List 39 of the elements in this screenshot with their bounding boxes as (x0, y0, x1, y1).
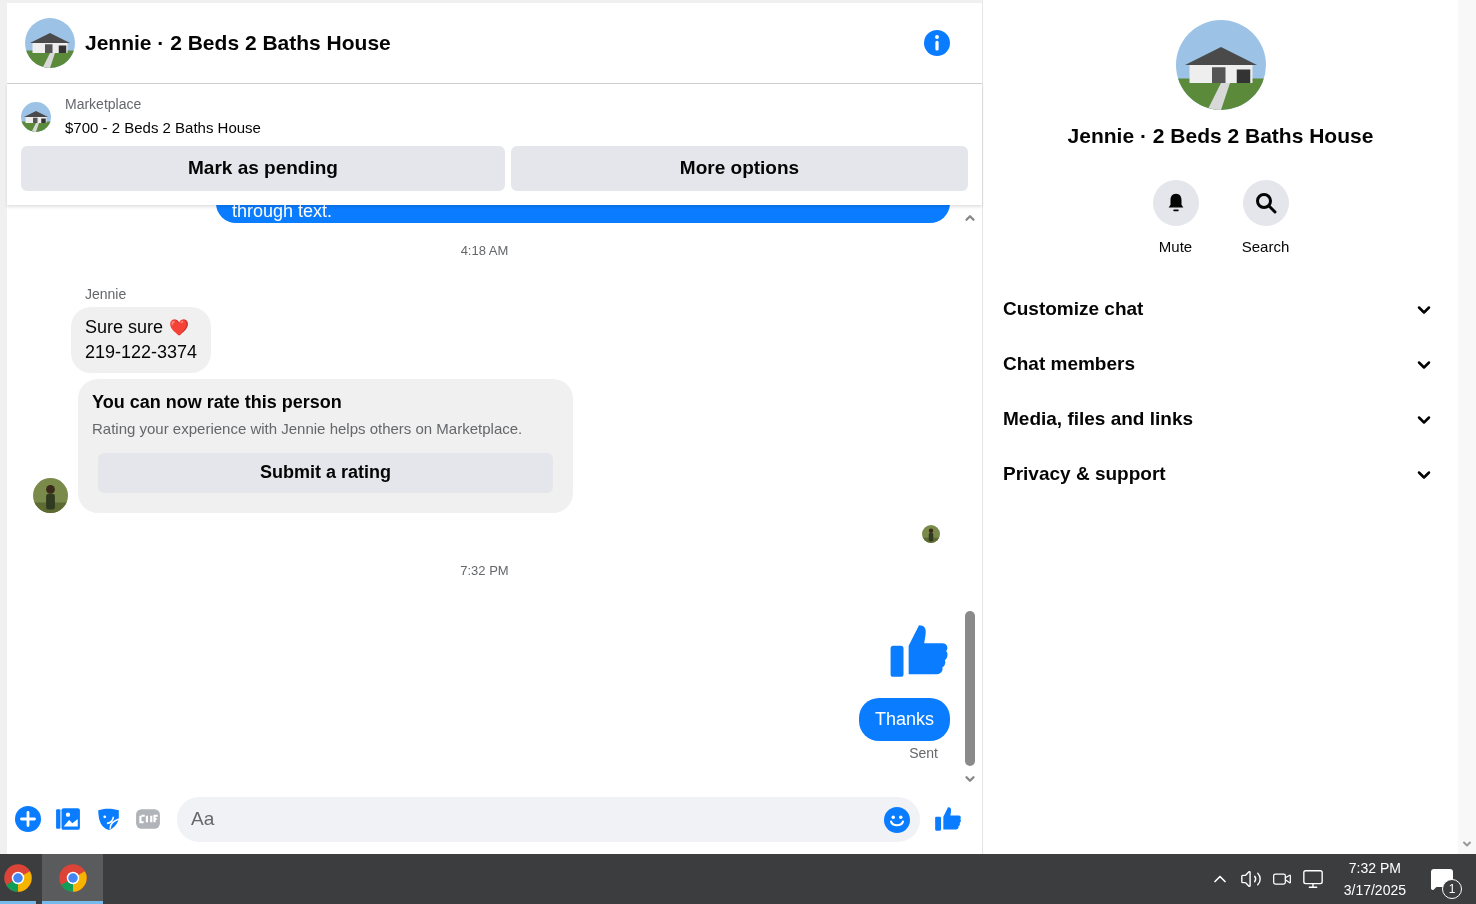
sticker-icon[interactable] (95, 806, 121, 832)
section-header[interactable]: Chat members (1003, 350, 1414, 379)
message-status: Sent (909, 744, 938, 763)
speaker-icon[interactable] (1239, 868, 1262, 890)
listing-action-button[interactable]: More options (511, 145, 968, 191)
rating-title: You can now rate this person (92, 391, 343, 414)
listing-title: $700 - 2 Beds 2 Baths House (65, 118, 261, 138)
message-timestamp: 7:32 PM (460, 561, 509, 580)
plus-icon[interactable] (15, 806, 41, 832)
chat-title: Jennie · 2 Beds 2 Baths House (85, 30, 392, 57)
emoji-icon[interactable] (884, 806, 910, 833)
message-field[interactable]: Aa (177, 796, 920, 842)
submit-rating-button[interactable]: Submit a rating (98, 452, 553, 493)
gif-icon[interactable] (135, 806, 161, 832)
browser-icon (3, 862, 33, 893)
conversation-title: Jennie · 2 Beds 2 Baths House (1067, 123, 1374, 149)
listing-source: Marketplace (65, 95, 143, 114)
clock-date: 3/17/2025 (1343, 881, 1406, 900)
heart-emoji: ❤ (169, 319, 190, 336)
details-action-button[interactable]: Mute (1143, 179, 1208, 258)
message-timestamp: 4:18 AM (460, 241, 509, 260)
like-button[interactable] (934, 805, 962, 833)
browser-icon (57, 862, 88, 893)
scrollbar-thumb[interactable] (965, 611, 975, 766)
message-bubble: Sure sure ❤ 219-122-3374 (71, 307, 212, 373)
message-bubble: Thanks (858, 698, 950, 741)
search-icon (1253, 190, 1278, 215)
taskbar-app[interactable] (42, 854, 103, 904)
info-icon[interactable] (924, 30, 950, 56)
rating-description: Rating your experience with Jennie helps others on Marketplace. (92, 419, 524, 439)
sender-name: Jennie (85, 285, 128, 304)
details-action-button[interactable]: Search (1233, 179, 1298, 258)
section-header[interactable]: Media, files and links (1003, 405, 1414, 434)
listing-action-button[interactable]: Mark as pending (21, 145, 505, 191)
section-header[interactable]: Customize chat (1003, 295, 1414, 324)
section-header[interactable]: Privacy & support (1003, 460, 1414, 489)
image-icon[interactable] (55, 806, 81, 832)
notification-count: 1 (1442, 879, 1462, 899)
clock-time: 7:32 PM (1348, 859, 1401, 878)
